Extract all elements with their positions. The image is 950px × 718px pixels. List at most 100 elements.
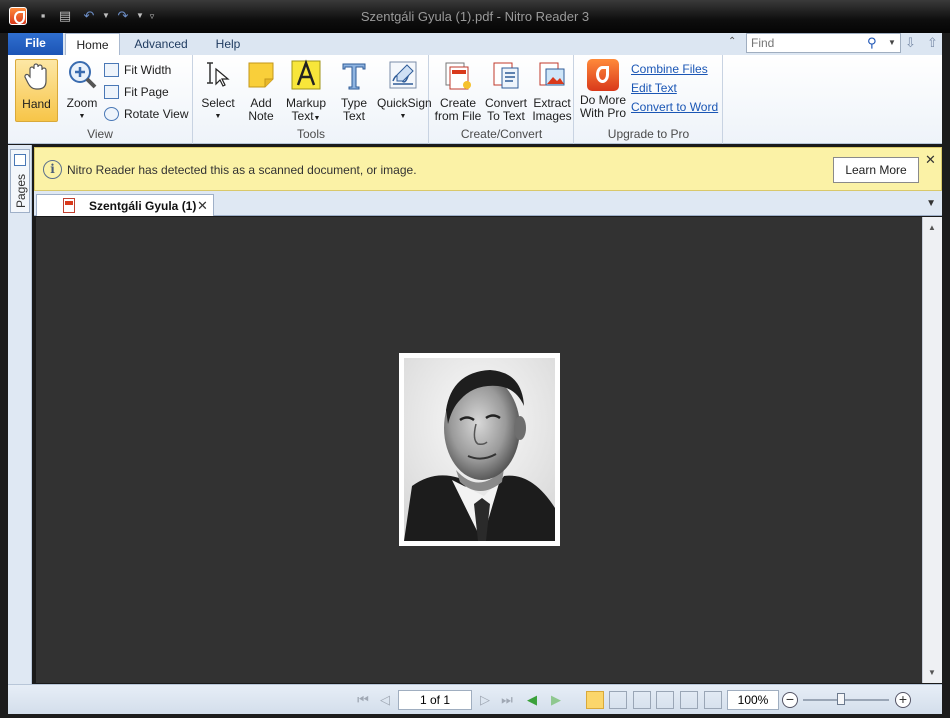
quicksign-label: QuickSign bbox=[377, 96, 432, 110]
highlight-text-icon bbox=[291, 59, 321, 90]
rotate-icon bbox=[104, 107, 119, 121]
zoom-in-small-icon[interactable]: + bbox=[895, 692, 911, 708]
zoom-slider[interactable] bbox=[803, 693, 889, 705]
scroll-down-icon[interactable]: ▼ bbox=[928, 668, 936, 677]
extract-images-icon bbox=[539, 62, 565, 86]
hand-icon bbox=[23, 63, 47, 90]
markup-dropdown-icon[interactable]: ▼ bbox=[314, 115, 321, 122]
pdf-file-icon bbox=[63, 198, 75, 213]
side-panel-rail: Pages bbox=[8, 145, 32, 688]
title-bar: ▪ ▤ ↶ ▼ ↷ ▼ ▿ Szentgáli Gyula (1).pdf - … bbox=[0, 0, 950, 33]
group-create-convert: Create from File Convert To Text Extract… bbox=[430, 55, 574, 144]
window-frame-bottom bbox=[0, 714, 950, 718]
zoom-button[interactable]: Zoom ▼ bbox=[62, 59, 102, 123]
find-previous-icon[interactable]: ⇩ bbox=[905, 35, 916, 51]
next-page-icon[interactable]: ▷ bbox=[476, 691, 494, 709]
scanned-document-notification: i Nitro Reader has detected this as a sc… bbox=[34, 147, 942, 191]
full-screen-icon[interactable] bbox=[704, 691, 722, 709]
extract-label-line2: Images bbox=[532, 109, 572, 123]
fit-page-view-icon[interactable] bbox=[680, 691, 698, 709]
zoom-level-input[interactable] bbox=[727, 690, 779, 710]
search-icon[interactable]: ⚲ bbox=[867, 35, 877, 51]
find-options-dropdown-icon[interactable]: ▼ bbox=[888, 38, 896, 47]
type-text-icon bbox=[342, 63, 366, 90]
zoom-dropdown-icon[interactable]: ▼ bbox=[62, 110, 102, 123]
group-view: Hand Zoom ▼ Fit Width Fit Page Rotate Vi… bbox=[8, 55, 193, 144]
facing-view-icon[interactable] bbox=[633, 691, 651, 709]
page-number-input[interactable] bbox=[398, 690, 472, 710]
tab-advanced[interactable]: Advanced bbox=[130, 33, 192, 55]
window-frame-left bbox=[0, 33, 8, 718]
previous-page-icon[interactable]: ◁ bbox=[376, 691, 394, 709]
find-input[interactable] bbox=[746, 33, 901, 53]
facing-continuous-view-icon[interactable] bbox=[656, 691, 674, 709]
create-label-line2: from File bbox=[434, 109, 482, 123]
collapse-ribbon-icon[interactable]: ⌃ bbox=[728, 36, 736, 47]
go-forward-icon[interactable]: ▶ bbox=[547, 691, 565, 709]
fit-width-button[interactable]: Fit Width bbox=[104, 61, 171, 79]
quicksign-dropdown-icon[interactable]: ▼ bbox=[377, 110, 429, 123]
pages-panel-tab[interactable]: Pages bbox=[10, 149, 30, 213]
notification-text: Nitro Reader has detected this as a scan… bbox=[67, 163, 417, 177]
convert-to-text-button[interactable]: Convert To Text bbox=[483, 59, 529, 123]
ribbon: Hand Zoom ▼ Fit Width Fit Page Rotate Vi… bbox=[8, 55, 942, 144]
type-text-label-line2: Text bbox=[342, 109, 365, 123]
group-create-convert-label: Create/Convert bbox=[460, 127, 543, 141]
markup-label-text: Text bbox=[291, 109, 314, 123]
status-bar: ⏮ ◁ ▷ ⏭ ◀ ▶ − + bbox=[8, 684, 942, 714]
convert-label-line2: To Text bbox=[487, 109, 525, 123]
fit-page-icon bbox=[104, 85, 119, 99]
go-back-icon[interactable]: ◀ bbox=[523, 691, 541, 709]
nitro-pro-icon bbox=[587, 59, 619, 91]
fit-width-label: Fit Width bbox=[124, 63, 172, 77]
info-icon: i bbox=[43, 160, 62, 179]
continuous-view-icon[interactable] bbox=[609, 691, 627, 709]
extract-images-button[interactable]: Extract Images bbox=[530, 59, 574, 123]
rotate-view-label: Rotate View bbox=[124, 107, 189, 121]
select-button[interactable]: Select ▼ bbox=[198, 59, 238, 123]
pages-icon bbox=[14, 154, 26, 166]
create-pdf-icon bbox=[445, 62, 471, 90]
scanned-portrait-image bbox=[404, 358, 555, 541]
combine-files-link[interactable]: Combine Files bbox=[631, 62, 708, 76]
type-text-button[interactable]: Type Text bbox=[334, 59, 374, 123]
create-from-file-button[interactable]: Create from File bbox=[434, 59, 482, 123]
single-page-view-icon[interactable] bbox=[586, 691, 604, 709]
rotate-view-button[interactable]: Rotate View bbox=[104, 105, 188, 123]
tab-help[interactable]: Help bbox=[208, 33, 248, 55]
zoom-label: Zoom bbox=[66, 96, 98, 110]
window-title: Szentgáli Gyula (1).pdf - Nitro Reader 3 bbox=[360, 9, 590, 24]
group-tools-label: Tools bbox=[296, 127, 325, 141]
select-dropdown-icon[interactable]: ▼ bbox=[198, 110, 238, 123]
zoom-slider-thumb[interactable] bbox=[837, 693, 845, 705]
add-note-button[interactable]: Add Note bbox=[241, 59, 281, 123]
convert-to-word-link[interactable]: Convert to Word bbox=[631, 100, 718, 114]
close-icon[interactable]: ✕ bbox=[925, 152, 936, 168]
document-viewer[interactable] bbox=[36, 217, 922, 683]
document-tab[interactable]: Szentgáli Gyula (1) ✕ bbox=[36, 194, 214, 216]
tab-list-dropdown-icon[interactable]: ▼ bbox=[926, 198, 936, 209]
hand-button[interactable]: Hand bbox=[15, 59, 58, 122]
markup-text-button[interactable]: Markup Text▼ bbox=[284, 59, 328, 125]
fit-width-icon bbox=[104, 63, 119, 77]
do-more-with-pro-button[interactable]: Do More With Pro bbox=[579, 59, 627, 120]
tab-file[interactable]: File bbox=[8, 33, 63, 55]
find-next-icon[interactable]: ⇧ bbox=[927, 35, 938, 51]
edit-text-link[interactable]: Edit Text bbox=[631, 81, 677, 95]
fit-page-label: Fit Page bbox=[124, 85, 169, 99]
tab-home[interactable]: Home bbox=[65, 33, 120, 55]
add-note-label-line2: Note bbox=[248, 109, 274, 123]
fit-page-button[interactable]: Fit Page bbox=[104, 83, 169, 101]
quicksign-button[interactable]: QuickSign ▼ bbox=[377, 59, 432, 123]
first-page-icon[interactable]: ⏮ bbox=[354, 691, 372, 709]
learn-more-button[interactable]: Learn More bbox=[833, 157, 919, 183]
signature-icon bbox=[389, 61, 417, 89]
close-tab-icon[interactable]: ✕ bbox=[197, 198, 208, 214]
select-cursor-icon bbox=[207, 62, 230, 87]
pdf-page[interactable] bbox=[399, 353, 560, 546]
scroll-up-icon[interactable]: ▲ bbox=[928, 223, 936, 232]
vertical-scrollbar[interactable]: ▲ ▼ bbox=[922, 217, 942, 683]
last-page-icon[interactable]: ⏭ bbox=[498, 691, 516, 709]
zoom-out-icon[interactable]: − bbox=[782, 692, 798, 708]
select-label: Select bbox=[201, 96, 235, 110]
